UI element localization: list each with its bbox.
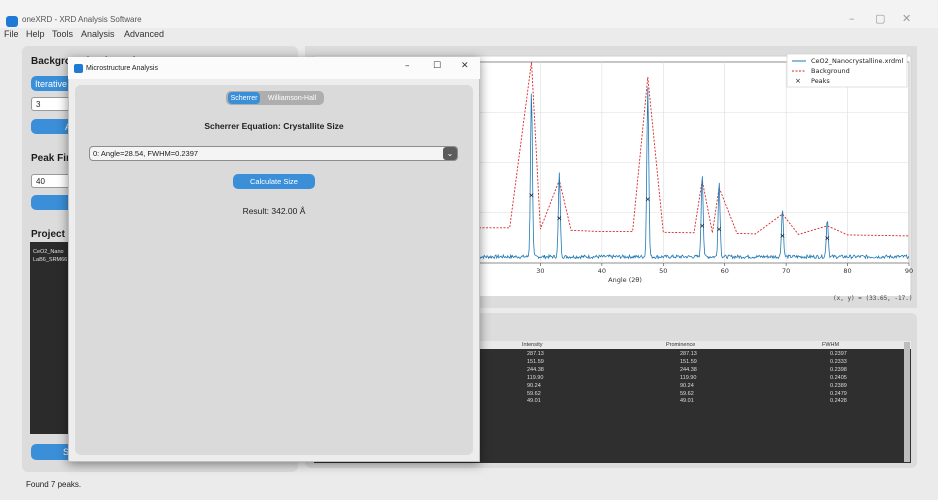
maximize-button[interactable]: ▢ bbox=[875, 12, 885, 25]
dialog-title: Microstructure Analysis bbox=[86, 65, 158, 72]
x-tick-label: 60 bbox=[721, 267, 729, 275]
app-title: oneXRD - XRD Analysis Software bbox=[22, 15, 142, 24]
result-text: Result: 342.00 Å bbox=[242, 206, 306, 216]
peak-marker: × bbox=[699, 222, 705, 230]
x-tick-label: 90 bbox=[905, 267, 913, 275]
dialog-minimize-button[interactable]: – bbox=[405, 61, 410, 71]
x-tick-label: 80 bbox=[843, 267, 851, 275]
x-tick-label: 70 bbox=[782, 267, 790, 275]
legend-peaks-label: Peaks bbox=[811, 77, 830, 85]
minimize-button[interactable]: – bbox=[849, 12, 855, 25]
table-cell[interactable]: 0.2428 bbox=[830, 398, 847, 404]
legend-line-label: CeO2_Nanocrystalline.xrdml bbox=[811, 57, 903, 65]
table-cell[interactable]: 151.59 bbox=[680, 359, 697, 365]
legend-peaks-swatch: × bbox=[795, 77, 801, 85]
peak-marker: × bbox=[645, 195, 651, 203]
x-axis-label: Angle (2θ) bbox=[608, 276, 642, 284]
col-fwhm[interactable]: FWHM bbox=[822, 342, 839, 348]
x-tick-label: 30 bbox=[536, 267, 544, 275]
status-bar: Found 7 peaks. bbox=[26, 480, 82, 489]
scherrer-heading: Scherrer Equation: Crystallite Size bbox=[204, 121, 344, 131]
table-cell[interactable]: 0.2405 bbox=[830, 375, 847, 381]
peak-marker: × bbox=[716, 226, 722, 234]
app-icon bbox=[6, 16, 18, 27]
legend: CeO2_Nanocrystalline.xrdml Background × … bbox=[786, 53, 908, 88]
table-cell[interactable]: 287.13 bbox=[680, 351, 697, 357]
peak-marker: × bbox=[529, 192, 535, 200]
table-cell[interactable]: 287.13 bbox=[527, 351, 544, 357]
menu-analysis[interactable]: Analysis bbox=[81, 29, 115, 39]
table-cell[interactable]: 49.01 bbox=[527, 398, 541, 404]
col-intensity[interactable]: Intensity bbox=[522, 342, 542, 348]
table-cell[interactable]: 0.2397 bbox=[830, 351, 847, 357]
menu-help[interactable]: Help bbox=[26, 29, 45, 39]
coordinate-readout: (x, y) = (33.65, -17.) bbox=[833, 295, 913, 302]
close-button[interactable]: ✕ bbox=[902, 12, 911, 25]
chevron-down-icon[interactable]: ⌄ bbox=[443, 147, 457, 160]
table-cell[interactable]: 49.01 bbox=[680, 398, 694, 404]
dialog-close-button[interactable]: ✕ bbox=[461, 61, 469, 71]
menu-tools[interactable]: Tools bbox=[52, 29, 73, 39]
legend-background-label: Background bbox=[811, 67, 850, 75]
table-cell[interactable]: 90.24 bbox=[527, 383, 541, 389]
dialog-content bbox=[75, 85, 473, 455]
peak-marker: × bbox=[556, 214, 562, 222]
peak-select-value: 0: Angle=28.54, FWHM=0.2397 bbox=[93, 149, 199, 158]
calculate-size-button[interactable]: Calculate Size bbox=[233, 174, 315, 189]
table-cell[interactable]: 0.2389 bbox=[830, 383, 847, 389]
table-cell[interactable]: 244.38 bbox=[527, 367, 544, 373]
table-cell[interactable]: 244.38 bbox=[680, 367, 697, 373]
x-tick-label: 50 bbox=[659, 267, 667, 275]
dialog-maximize-button[interactable]: ☐ bbox=[433, 61, 441, 71]
list-item[interactable]: LaB6_SRM66 bbox=[33, 257, 67, 263]
dialog-app-icon bbox=[74, 64, 83, 73]
table-cell[interactable]: 151.59 bbox=[527, 359, 544, 365]
table-cell[interactable]: 119.90 bbox=[527, 375, 543, 381]
peak-marker: × bbox=[780, 232, 786, 240]
peak-marker: × bbox=[824, 234, 830, 242]
table-cell[interactable]: 0.2333 bbox=[830, 359, 847, 365]
table-scrollbar[interactable] bbox=[904, 342, 910, 462]
col-prominence[interactable]: Prominence bbox=[666, 342, 695, 348]
list-item[interactable]: CeO2_Nano bbox=[33, 249, 64, 255]
x-tick-label: 40 bbox=[598, 267, 606, 275]
menu-file[interactable]: File bbox=[4, 29, 19, 39]
table-cell[interactable]: 59.62 bbox=[680, 391, 694, 397]
table-cell[interactable]: 59.62 bbox=[527, 391, 541, 397]
table-cell[interactable]: 0.2398 bbox=[830, 367, 847, 373]
tab-williamson-hall[interactable]: Williamson-Hall bbox=[262, 92, 322, 104]
table-cell[interactable]: 0.2479 bbox=[830, 391, 847, 397]
menu-advanced[interactable]: Advanced bbox=[124, 29, 164, 39]
tab-scherrer[interactable]: Scherrer bbox=[228, 92, 260, 104]
table-cell[interactable]: 90.24 bbox=[680, 383, 694, 389]
table-cell[interactable]: 119.90 bbox=[680, 375, 696, 381]
